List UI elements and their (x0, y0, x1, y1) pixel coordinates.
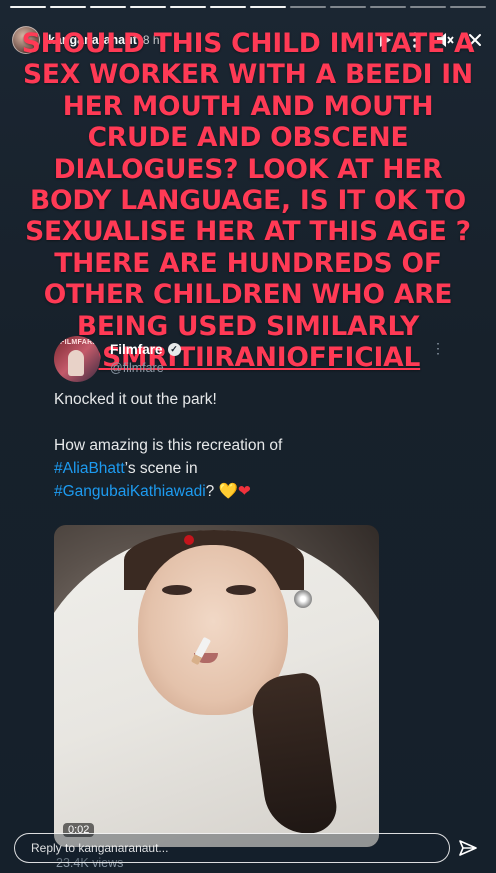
tweet-more-icon[interactable]: ⋮ (431, 340, 446, 357)
progress-segment (290, 6, 326, 8)
progress-segment (330, 6, 366, 8)
tweet-text: Knocked it out the park! How amazing is … (54, 388, 456, 503)
video-eye-right (226, 585, 256, 595)
tweet-line-1: Knocked it out the park! (54, 391, 217, 408)
hashtag-alia[interactable]: #AliaBhatt (54, 460, 125, 477)
send-icon[interactable] (458, 838, 478, 858)
video-earring-shape (294, 590, 312, 608)
reply-input[interactable]: Reply to kanganaranaut... (14, 833, 450, 863)
headline-text: SHOULD THIS CHILD IMITATE A SEX WORKER W… (21, 28, 475, 342)
progress-segment (210, 6, 246, 8)
story-headline: SHOULD THIS CHILD IMITATE A SEX WORKER W… (20, 28, 476, 373)
story-progress-bar (10, 6, 486, 9)
verified-badge-icon: ✓ (167, 343, 181, 356)
red-heart-icon: ❤ (237, 483, 251, 500)
avatar-logo-label: FILMFARE (60, 339, 98, 346)
hashtag-gangubai[interactable]: #GangubaiKathiawadi (54, 483, 206, 500)
progress-segment (130, 6, 166, 8)
progress-segment (10, 6, 46, 8)
tweet-display-name[interactable]: Filmfare ✓ (110, 342, 181, 357)
progress-segment (90, 6, 126, 8)
tweet-header: FILMFARE Filmfare ✓ @filmfare ⋮ (54, 336, 445, 384)
yellow-heart-icon: 💛 (218, 483, 238, 500)
progress-segment (50, 6, 86, 8)
progress-segment (410, 6, 446, 8)
story-viewer: kanganaranaut 8 h SHOULD THIS CHILD IMIT… (0, 0, 496, 873)
progress-segment (370, 6, 406, 8)
tweet-line-2: How amazing is this recreation of (54, 437, 283, 454)
tweet-line-4: #GangubaiKathiawadi? 💛❤ (54, 480, 456, 503)
progress-segment (170, 6, 206, 8)
tweet-line-3: #AliaBhatt’s scene in (54, 457, 456, 480)
tweet-avatar[interactable]: FILMFARE (54, 336, 100, 382)
tweet-handle[interactable]: @filmfare (110, 361, 164, 375)
video-eye-left (162, 585, 192, 595)
tweet-line-4-suffix: ? (205, 483, 215, 500)
video-bindi-shape (184, 535, 194, 545)
tweet-line-3-suffix: ’s scene in (124, 460, 198, 477)
progress-segment (450, 6, 486, 8)
progress-segment (250, 6, 286, 8)
avatar-figure (68, 350, 84, 376)
tweet-video[interactable]: 0:02 (54, 525, 379, 847)
display-name-text: Filmfare (110, 342, 163, 357)
